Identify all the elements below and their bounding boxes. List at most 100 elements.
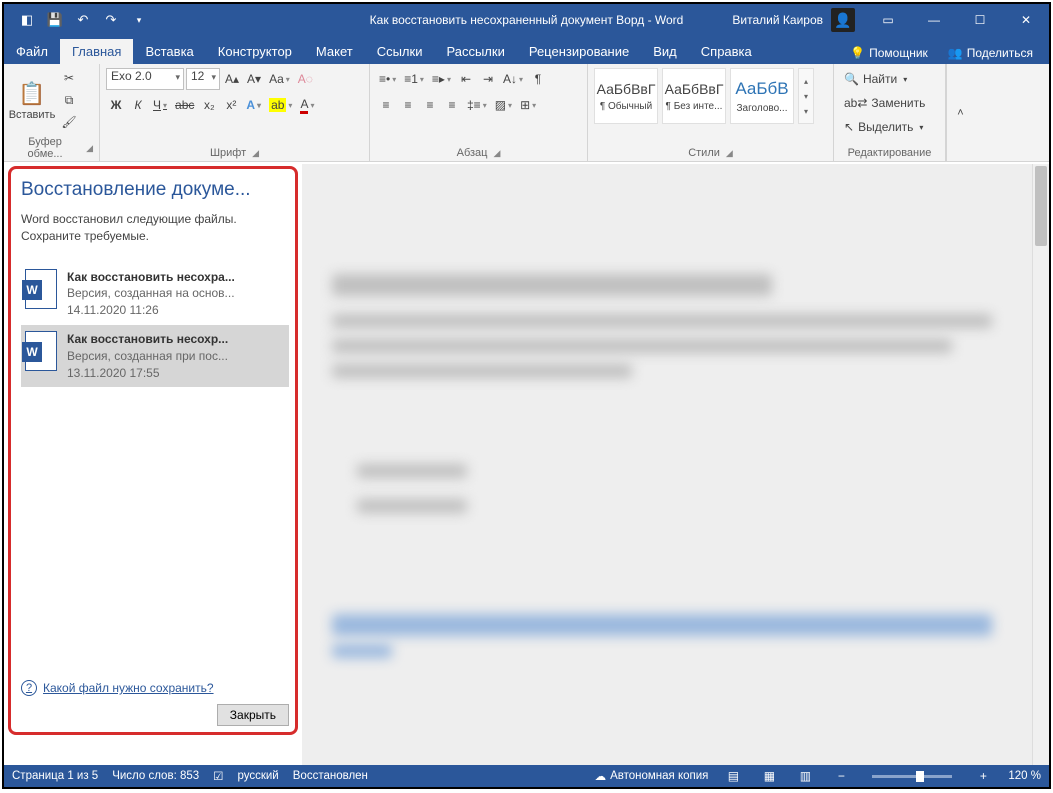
status-page[interactable]: Страница 1 из 5 <box>12 770 98 782</box>
blurred-text <box>357 464 467 478</box>
qat-customize-icon[interactable]: ▾ <box>126 7 152 33</box>
styles-launcher-icon[interactable]: ◢ <box>726 148 733 159</box>
bold-button[interactable]: Ж <box>106 94 126 116</box>
group-label-editing: Редактирование <box>848 147 932 159</box>
recovery-item[interactable]: Как восстановить несохр... Версия, созда… <box>21 325 289 387</box>
show-marks-button[interactable]: ¶ <box>528 68 548 90</box>
bullets-button[interactable]: ≡• <box>376 68 399 90</box>
status-offline[interactable]: ☁Автономная копия <box>595 769 709 783</box>
style-normal[interactable]: АаБбВвГ¶ Обычный <box>594 68 658 124</box>
align-center-button[interactable]: ≡ <box>398 94 418 116</box>
share-button[interactable]: 👥Поделиться <box>940 42 1041 64</box>
recovery-help-link[interactable]: ?Какой файл нужно сохранить? <box>21 680 289 696</box>
close-button[interactable]: ✕ <box>1003 4 1049 36</box>
style-heading1[interactable]: АаБбВЗаголово... <box>730 68 794 124</box>
save-icon[interactable]: 💾 <box>42 7 68 33</box>
strike-button[interactable]: abc <box>172 94 197 116</box>
numbering-button[interactable]: ≡1 <box>401 68 427 90</box>
sort-button[interactable]: A↓ <box>500 68 526 90</box>
tab-help[interactable]: Справка <box>689 39 764 64</box>
indent-decrease-button[interactable]: ⇤ <box>456 68 476 90</box>
view-web-button[interactable]: ▥ <box>794 767 816 785</box>
recovery-item-name: Как восстановить несохра... <box>67 269 235 286</box>
superscript-button[interactable]: x² <box>221 94 241 116</box>
align-left-button[interactable]: ≡ <box>376 94 396 116</box>
grow-font-button[interactable]: A▴ <box>222 68 242 90</box>
status-proof-icon[interactable]: ☑ <box>213 769 223 783</box>
indent-increase-button[interactable]: ⇥ <box>478 68 498 90</box>
clear-format-button[interactable]: A◌ <box>295 68 316 90</box>
replace-button[interactable]: ab⇄Заменить <box>840 92 929 114</box>
font-launcher-icon[interactable]: ◢ <box>252 148 259 159</box>
view-print-button[interactable]: ▦ <box>758 767 780 785</box>
styles-more-button[interactable]: ▴▾▾ <box>798 68 814 124</box>
tab-insert[interactable]: Вставка <box>133 39 205 64</box>
zoom-slider[interactable] <box>872 775 952 778</box>
zoom-thumb[interactable] <box>916 771 924 782</box>
shading-button[interactable]: ▨ <box>492 94 515 116</box>
zoom-out-button[interactable]: − <box>830 767 852 785</box>
font-color-button[interactable]: A <box>297 94 317 116</box>
autosave-icon[interactable]: ◧ <box>14 7 40 33</box>
find-button[interactable]: 🔍Найти▾ <box>840 68 929 90</box>
style-no-spacing[interactable]: АаБбВвГ¶ Без инте... <box>662 68 726 124</box>
zoom-value[interactable]: 120 % <box>1008 770 1041 782</box>
help-icon: ? <box>21 680 37 696</box>
borders-button[interactable]: ⊞ <box>517 94 539 116</box>
tell-me-button[interactable]: 💡Помощник <box>842 42 936 64</box>
clipboard-launcher-icon[interactable]: ◢ <box>86 143 93 154</box>
font-name-select[interactable]: Exo 2.0 <box>106 68 184 90</box>
maximize-button[interactable]: ☐ <box>957 4 1003 36</box>
recovery-close-button[interactable]: Закрыть <box>217 704 289 726</box>
scrollbar-thumb[interactable] <box>1035 166 1047 246</box>
ribbon-options-icon[interactable]: ▭ <box>865 4 911 36</box>
username[interactable]: Виталий Каиров <box>732 13 823 27</box>
tab-review[interactable]: Рецензирование <box>517 39 641 64</box>
avatar[interactable]: 👤 <box>831 8 855 32</box>
tab-file[interactable]: Файл <box>4 39 60 64</box>
format-painter-button[interactable]: 🖌 <box>58 112 80 132</box>
line-spacing-button[interactable]: ‡≡ <box>464 94 490 116</box>
lightbulb-icon: 💡 <box>850 46 865 60</box>
align-justify-button[interactable]: ≡ <box>442 94 462 116</box>
italic-button[interactable]: К <box>128 94 148 116</box>
text-effects-button[interactable]: A <box>243 94 264 116</box>
recovery-title: Восстановление докуме... <box>21 179 289 201</box>
highlight-button[interactable]: ab <box>266 94 295 116</box>
cut-button[interactable]: ✂ <box>58 68 80 88</box>
view-read-button[interactable]: ▤ <box>722 767 744 785</box>
select-button[interactable]: ↖Выделить▾ <box>840 116 929 138</box>
align-right-button[interactable]: ≡ <box>420 94 440 116</box>
tab-mailings[interactable]: Рассылки <box>434 39 516 64</box>
paragraph-launcher-icon[interactable]: ◢ <box>493 148 500 159</box>
blurred-text <box>332 339 952 353</box>
copy-icon: ⧉ <box>65 93 74 108</box>
group-label-font: Шрифт <box>210 147 246 159</box>
tab-design[interactable]: Конструктор <box>206 39 304 64</box>
document-area[interactable] <box>302 164 1049 765</box>
minimize-button[interactable]: — <box>911 4 957 36</box>
tab-references[interactable]: Ссылки <box>365 39 435 64</box>
recovery-item[interactable]: Как восстановить несохра... Версия, созд… <box>21 263 289 325</box>
window-title: Как восстановить несохраненный документ … <box>370 13 684 27</box>
status-language[interactable]: русский <box>237 770 278 782</box>
undo-icon[interactable]: ↶ <box>70 7 96 33</box>
copy-button[interactable]: ⧉ <box>58 90 80 110</box>
zoom-in-button[interactable]: + <box>972 767 994 785</box>
font-size-select[interactable]: 12 <box>186 68 220 90</box>
underline-button[interactable]: Ч <box>150 94 170 116</box>
collapse-ribbon-button[interactable]: ˄ <box>946 64 974 161</box>
shrink-font-button[interactable]: A▾ <box>244 68 264 90</box>
word-doc-icon <box>25 269 57 309</box>
tab-layout[interactable]: Макет <box>304 39 365 64</box>
tab-view[interactable]: Вид <box>641 39 689 64</box>
subscript-button[interactable]: x₂ <box>199 94 219 116</box>
multilevel-button[interactable]: ≡▸ <box>429 68 454 90</box>
status-recovered[interactable]: Восстановлен <box>293 770 368 782</box>
vertical-scrollbar[interactable] <box>1032 164 1049 765</box>
redo-icon[interactable]: ↷ <box>98 7 124 33</box>
status-words[interactable]: Число слов: 853 <box>112 770 199 782</box>
tab-home[interactable]: Главная <box>60 39 133 64</box>
change-case-button[interactable]: Aa <box>266 68 293 90</box>
paste-button[interactable]: 📋 Вставить <box>10 68 54 134</box>
